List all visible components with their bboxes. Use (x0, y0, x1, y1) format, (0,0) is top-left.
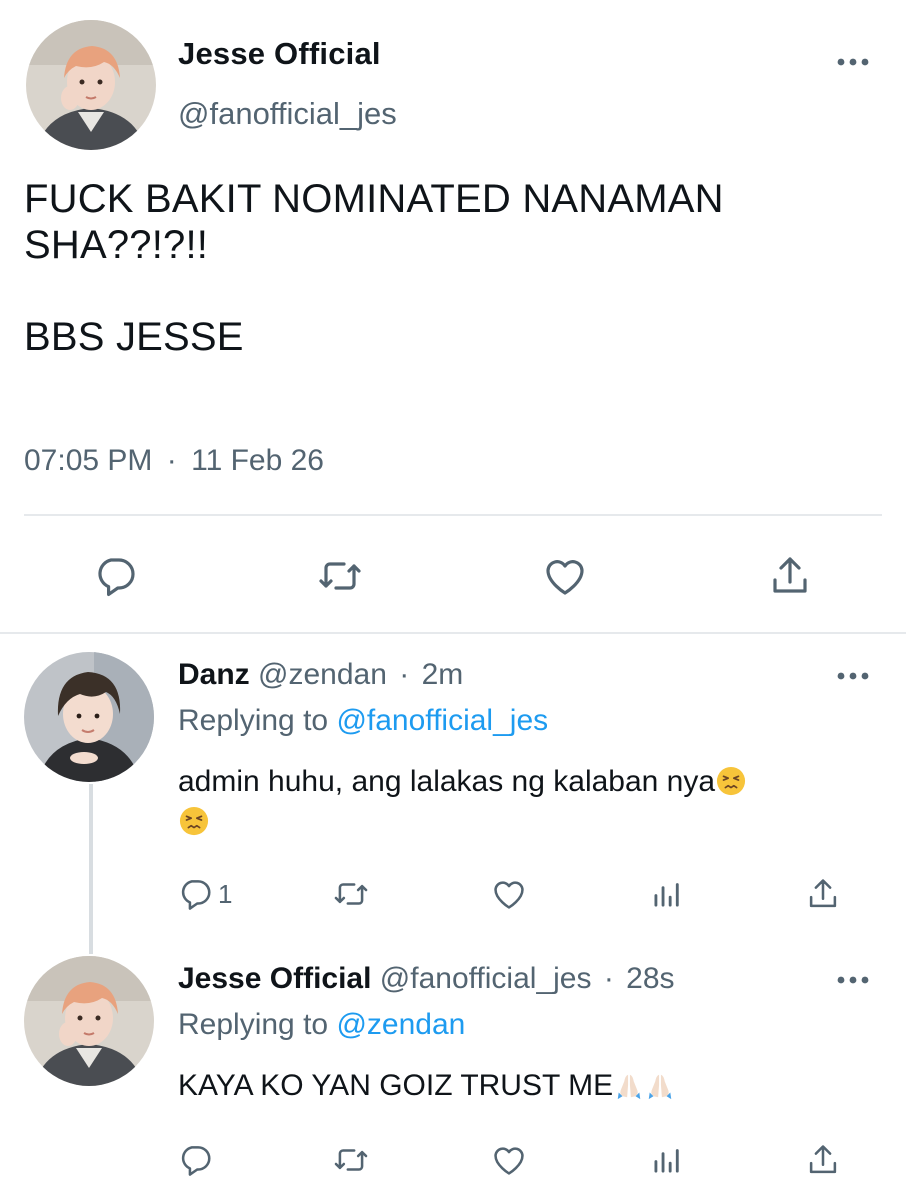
meta-separator: · (399, 658, 410, 691)
retweet-icon (334, 1149, 368, 1171)
replying-to-line: Replying to @zendan (178, 1008, 465, 1042)
divider (24, 514, 882, 516)
meta-separator: · (166, 444, 177, 477)
folded-hands-emoji (614, 1070, 644, 1100)
reply-handle[interactable]: @zendan (258, 658, 387, 691)
more-options-button[interactable] (833, 664, 873, 688)
analytics-icon (654, 883, 679, 907)
more-icon (837, 976, 869, 984)
reply-button[interactable]: 1 (176, 872, 232, 916)
reply-button[interactable] (87, 548, 143, 604)
like-button[interactable] (537, 548, 593, 604)
share-icon (809, 879, 837, 908)
reply-button[interactable] (176, 1138, 218, 1182)
like-button[interactable] (490, 872, 528, 916)
meta-separator: · (603, 962, 614, 995)
more-icon (837, 58, 869, 66)
like-button[interactable] (490, 1138, 528, 1182)
persevering-face-emoji (179, 806, 209, 836)
tweet-date: 11 Feb 26 (191, 444, 324, 477)
share-icon (773, 557, 807, 593)
reply-time[interactable]: 28s (626, 962, 674, 995)
reply-icon (181, 1146, 211, 1176)
more-options-button[interactable] (833, 50, 873, 74)
reply-handle[interactable]: @fanofficial_jes (380, 962, 592, 995)
divider (0, 632, 906, 634)
replying-to-link[interactable]: @fanofficial_jes (336, 704, 548, 737)
avatar-danz[interactable] (24, 652, 154, 782)
more-options-button[interactable] (833, 968, 873, 992)
like-icon (494, 881, 524, 909)
analytics-button[interactable] (648, 872, 686, 916)
reply-icon (181, 880, 211, 910)
tweet-text: FUCK BAKIT NOMINATED NANAMAN SHA??!?!! B… (24, 177, 724, 359)
share-button[interactable] (804, 872, 842, 916)
author-handle[interactable]: @fanofficial_jes (178, 96, 397, 132)
replying-to-label: Replying to (178, 704, 329, 737)
reply-header: Jesse Official @fanofficial_jes · 28s (178, 962, 675, 996)
tweet-time: 07:05 PM (24, 444, 153, 477)
like-icon (494, 1147, 524, 1175)
avatar-jesse-official[interactable] (26, 20, 156, 150)
retweet-button[interactable] (332, 1138, 370, 1182)
analytics-icon (654, 1149, 679, 1173)
reply-display-name[interactable]: Danz (178, 658, 250, 691)
like-icon (546, 560, 584, 595)
reply-header: Danz @zendan · 2m (178, 658, 463, 692)
replying-to-line: Replying to @fanofficial_jes (178, 704, 548, 738)
share-button[interactable] (804, 1138, 842, 1182)
share-icon (809, 1145, 837, 1174)
author-display-name[interactable]: Jesse Official (178, 36, 381, 72)
retweet-button[interactable] (332, 872, 370, 916)
retweet-button[interactable] (312, 548, 368, 604)
retweet-icon (334, 883, 368, 905)
reply-time[interactable]: 2m (422, 658, 464, 691)
tweet-timestamp[interactable]: 07:05 PM · 11 Feb 26 (24, 444, 324, 478)
reply-text: admin huhu, ang lalakas ng kalaban nya (178, 765, 716, 798)
avatar-jesse-official[interactable] (24, 956, 154, 1086)
retweet-icon (319, 562, 361, 590)
replying-to-link[interactable]: @zendan (336, 1008, 465, 1041)
reply-display-name[interactable]: Jesse Official (178, 962, 371, 995)
reply-text-block: admin huhu, ang lalakas ng kalaban nya (178, 762, 838, 842)
reply-text-block: KAYA KO YAN GOIZ TRUST ME (178, 1066, 838, 1106)
persevering-face-emoji (716, 766, 746, 796)
thread-connector-line (89, 784, 93, 954)
folded-hands-emoji (645, 1070, 675, 1100)
reply-count: 1 (218, 878, 233, 909)
more-icon (837, 672, 869, 680)
reply-icon (98, 558, 135, 596)
reply-text: KAYA KO YAN GOIZ TRUST ME (178, 1069, 614, 1102)
analytics-button[interactable] (648, 1138, 686, 1182)
share-button[interactable] (762, 548, 818, 604)
replying-to-label: Replying to (178, 1008, 329, 1041)
